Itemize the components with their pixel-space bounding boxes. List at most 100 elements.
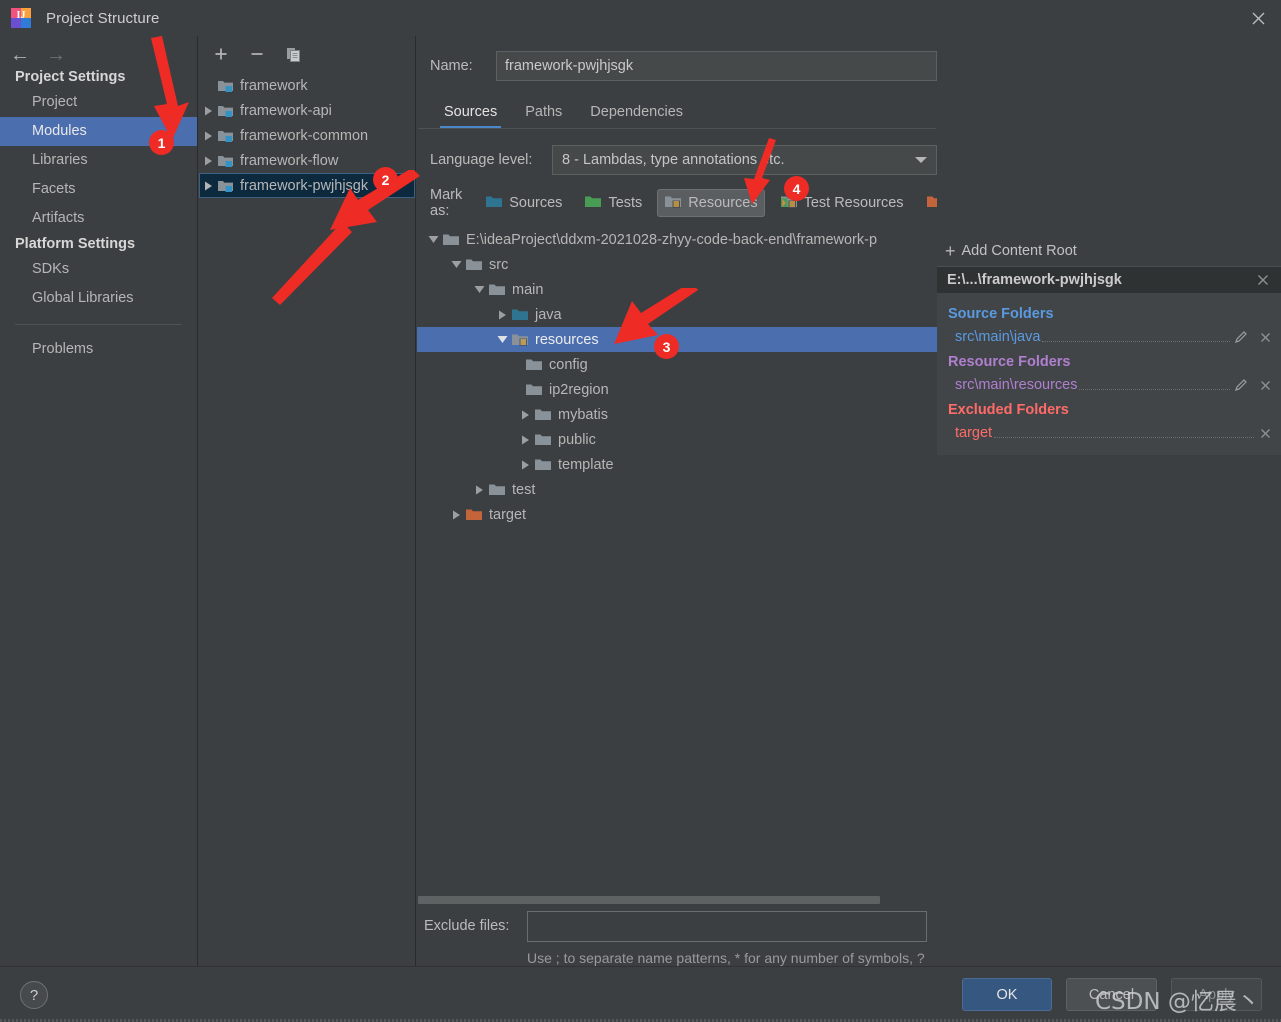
tree-row[interactable]: ip2region	[417, 377, 937, 402]
tab-sources[interactable]: Sources	[430, 100, 511, 128]
horizontal-scrollbar[interactable]	[418, 894, 936, 905]
tree-row-selected[interactable]: resources	[417, 327, 937, 352]
content-root-header: E:\...\framework-pwjhjsgk	[937, 266, 1281, 293]
module-editor: Name: Sources Paths Dependencies Languag…	[417, 36, 1009, 987]
chevron-right-icon[interactable]	[199, 156, 217, 166]
chevron-down-icon[interactable]	[470, 285, 488, 294]
tree-row[interactable]: main	[417, 277, 937, 302]
ok-button[interactable]: OK	[962, 978, 1052, 1011]
tree-row[interactable]: mybatis	[417, 402, 937, 427]
folder-resources-icon	[511, 332, 529, 347]
tree-row[interactable]: public	[417, 427, 937, 452]
add-content-root-button[interactable]: + Add Content Root	[937, 236, 1281, 266]
language-level-label: Language level:	[430, 152, 533, 168]
page-title: Project Structure	[46, 9, 160, 27]
chevron-right-icon[interactable]	[199, 106, 217, 116]
module-label: framework-pwjhjsgk	[240, 177, 369, 194]
sidebar-item-sdks[interactable]: SDKs	[0, 255, 197, 284]
language-level-select[interactable]: 8 - Lambdas, type annotations etc.	[552, 145, 937, 175]
resource-folder-entry[interactable]: src\main\resources	[937, 373, 1281, 397]
sidebar-item-global-libraries[interactable]: Global Libraries	[0, 284, 197, 313]
remove-icon[interactable]	[1258, 426, 1273, 441]
mark-as-sources-button[interactable]: Sources	[478, 189, 569, 217]
mark-as-test-resources-button[interactable]: Test Resources	[773, 189, 911, 217]
chevron-down-icon[interactable]	[447, 260, 465, 269]
chevron-right-icon[interactable]	[516, 410, 534, 420]
tree-row-label: java	[535, 306, 562, 323]
mark-as-tests-button[interactable]: Tests	[577, 189, 649, 217]
editor-tabs: Sources Paths Dependencies	[430, 94, 937, 128]
sidebar-item-project[interactable]: Project	[0, 88, 197, 117]
content-root-folders: Source Folders src\main\java Resource Fo…	[937, 293, 1281, 455]
chevron-right-icon[interactable]	[516, 460, 534, 470]
language-level-value: 8 - Lambdas, type annotations etc.	[562, 152, 785, 168]
tree-row[interactable]: E:\ideaProject\ddxm-2021028-zhyy-code-ba…	[417, 227, 937, 252]
module-label: framework-api	[240, 102, 332, 119]
dialog-body: ← → Project Settings Project Modules Lib…	[0, 36, 1281, 987]
close-icon[interactable]	[1255, 272, 1271, 293]
module-name-input[interactable]	[496, 51, 937, 81]
chevron-down-icon[interactable]	[493, 335, 511, 344]
copy-icon[interactable]	[283, 44, 303, 64]
module-row[interactable]: framework-api	[199, 98, 415, 123]
question-mark-icon[interactable]: ?	[20, 981, 48, 1009]
tab-paths[interactable]: Paths	[511, 100, 576, 128]
exclude-files-label: Exclude files:	[424, 918, 510, 934]
settings-sidebar: ← → Project Settings Project Modules Lib…	[0, 36, 198, 966]
chevron-right-icon[interactable]	[199, 181, 217, 191]
tree-row[interactable]: config	[417, 352, 937, 377]
scrollbar-thumb[interactable]	[418, 896, 880, 904]
intellij-idea-icon: IJ	[11, 8, 31, 28]
content-root-details-panel: + Add Content Root E:\...\framework-pwjh…	[937, 36, 1281, 966]
folder-grey-icon	[534, 457, 552, 472]
sidebar-item-facets[interactable]: Facets	[0, 175, 197, 204]
chevron-right-icon[interactable]	[447, 510, 465, 520]
chevron-right-icon[interactable]	[199, 131, 217, 141]
tree-row[interactable]: java	[417, 302, 937, 327]
exclude-files-input[interactable]	[527, 911, 927, 942]
folder-grey-icon	[534, 407, 552, 422]
source-folder-entry[interactable]: src\main\java	[937, 325, 1281, 349]
chevron-right-icon[interactable]	[493, 310, 511, 320]
remove-icon[interactable]	[1258, 378, 1273, 393]
tree-row-label: resources	[535, 331, 599, 348]
edit-icon[interactable]	[1234, 330, 1248, 344]
chevron-down-icon	[915, 157, 927, 163]
tree-row[interactable]: target	[417, 502, 937, 527]
tree-row[interactable]: test	[417, 477, 937, 502]
tree-row-label: ip2region	[549, 381, 609, 398]
tree-row-label: public	[558, 431, 596, 448]
minus-icon[interactable]	[247, 44, 267, 64]
mark-as-resources-button[interactable]: Resources	[657, 189, 765, 217]
module-row[interactable]: framework-common	[199, 123, 415, 148]
apply-button[interactable]: Apply	[1171, 978, 1262, 1011]
content-root-path: E:\...\framework-pwjhjsgk	[947, 272, 1122, 288]
chevron-right-icon[interactable]	[470, 485, 488, 495]
close-icon[interactable]	[1235, 0, 1281, 36]
source-folder-path: src\main\java	[955, 329, 1041, 345]
content-roots-tree[interactable]: E:\ideaProject\ddxm-2021028-zhyy-code-ba…	[417, 227, 937, 849]
plus-icon[interactable]	[211, 44, 231, 64]
cancel-button[interactable]: Cancel	[1066, 978, 1157, 1011]
tab-dependencies[interactable]: Dependencies	[576, 100, 697, 128]
module-label: framework-flow	[240, 152, 339, 169]
sidebar-item-problems[interactable]: Problems	[0, 335, 197, 364]
module-row[interactable]: framework-flow	[199, 148, 415, 173]
arrow-right-icon[interactable]: →	[46, 45, 66, 65]
tree-row[interactable]: template	[417, 452, 937, 477]
excluded-folder-entry[interactable]: target	[937, 421, 1281, 445]
module-row-selected[interactable]: framework-pwjhjsgk	[199, 173, 415, 198]
sidebar-item-artifacts[interactable]: Artifacts	[0, 204, 197, 233]
edit-icon[interactable]	[1234, 378, 1248, 392]
folder-sources-icon	[511, 307, 529, 322]
mark-as-toolbar: Mark as: Sources Tests Resources Test Re…	[430, 187, 1009, 219]
sidebar-item-libraries[interactable]: Libraries	[0, 146, 197, 175]
sidebar-item-modules[interactable]: Modules	[0, 117, 197, 146]
tree-row-label: E:\ideaProject\ddxm-2021028-zhyy-code-ba…	[466, 231, 878, 248]
tree-row[interactable]: src	[417, 252, 937, 277]
chevron-down-icon[interactable]	[424, 235, 442, 244]
chevron-right-icon[interactable]	[516, 435, 534, 445]
arrow-left-icon[interactable]: ←	[10, 45, 30, 65]
module-row[interactable]: framework	[199, 73, 415, 98]
remove-icon[interactable]	[1258, 330, 1273, 345]
